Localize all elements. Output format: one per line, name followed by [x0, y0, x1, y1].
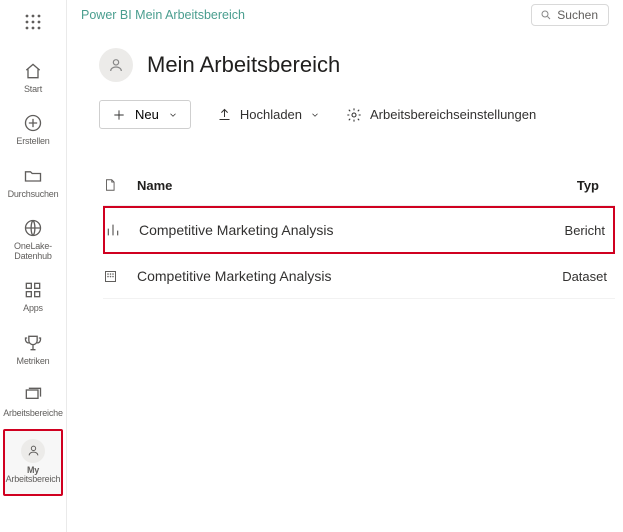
- sidebar-item-label: Start: [24, 85, 42, 94]
- sidebar-item-label: Durchsuchen: [8, 190, 59, 199]
- dataset-icon: [103, 269, 137, 284]
- upload-icon: [217, 107, 232, 122]
- apps-grid-icon: [22, 279, 44, 301]
- globe-icon: [22, 217, 44, 239]
- main-area: Power BI Mein Arbeitsbereich Suchen Mein…: [67, 0, 623, 532]
- sidebar: Start Erstellen Durchsuchen OneLake-Date…: [0, 0, 67, 532]
- table-row[interactable]: Competitive Marketing Analysis Bericht: [103, 206, 615, 254]
- report-icon: [105, 222, 139, 238]
- sidebar-item-label: My Arbeitsbereich: [6, 466, 61, 485]
- workspace-header: Mein Arbeitsbereich: [67, 30, 623, 88]
- trophy-icon: [22, 332, 44, 354]
- table-row[interactable]: Competitive Marketing Analysis Dataset: [103, 254, 615, 299]
- plus-circle-icon: [22, 112, 44, 134]
- toolbar: Neu Hochladen Arbeitsbereichseinstellung…: [67, 88, 623, 137]
- sidebar-item-start[interactable]: Start: [3, 52, 63, 104]
- sidebar-item-my-arbeitsbereich[interactable]: My Arbeitsbereich: [3, 429, 63, 497]
- sidebar-item-erstellen[interactable]: Erstellen: [3, 104, 63, 156]
- file-icon: [103, 177, 137, 193]
- chevron-down-icon: [168, 110, 178, 120]
- upload-button[interactable]: Hochladen: [217, 107, 320, 122]
- new-button[interactable]: Neu: [99, 100, 191, 129]
- column-header-typ[interactable]: Typ: [543, 178, 603, 193]
- row-type: Dataset: [551, 269, 611, 284]
- person-icon: [21, 439, 45, 463]
- row-name: Competitive Marketing Analysis: [139, 222, 549, 238]
- workspace-settings-button[interactable]: Arbeitsbereichseinstellungen: [346, 107, 536, 123]
- sidebar-item-durchsuchen[interactable]: Durchsuchen: [3, 157, 63, 209]
- sidebar-item-label: OneLake-Datenhub: [3, 242, 63, 261]
- sidebar-item-apps[interactable]: Apps: [3, 271, 63, 323]
- sidebar-item-label: Apps: [23, 304, 43, 313]
- table-header-row: Name Typ: [103, 171, 615, 206]
- workspace-avatar-icon: [99, 48, 133, 82]
- home-icon: [22, 60, 44, 82]
- sidebar-item-label: Arbeitsbereiche: [3, 409, 63, 418]
- folder-icon: [22, 165, 44, 187]
- sidebar-item-label: Erstellen: [16, 137, 49, 146]
- search-button[interactable]: Suchen: [531, 4, 609, 26]
- row-name: Competitive Marketing Analysis: [137, 268, 551, 284]
- stack-icon: [22, 384, 44, 406]
- sidebar-item-metriken[interactable]: Metriken: [3, 324, 63, 376]
- app-title: Power BI Mein Arbeitsbereich: [81, 8, 245, 22]
- sidebar-item-onelake[interactable]: OneLake-Datenhub: [3, 209, 63, 271]
- table: Name Typ Competitive Marketing Analysis …: [67, 137, 623, 299]
- row-type: Bericht: [549, 223, 609, 238]
- sidebar-item-label: Metriken: [17, 357, 50, 366]
- app-launcher-icon[interactable]: [17, 6, 49, 38]
- chevron-down-icon: [310, 110, 320, 120]
- workspace-title: Mein Arbeitsbereich: [147, 52, 340, 78]
- plus-icon: [112, 108, 126, 122]
- column-header-name[interactable]: Name: [137, 178, 543, 193]
- gear-icon: [346, 107, 362, 123]
- sidebar-item-arbeitsbereiche[interactable]: Arbeitsbereiche: [3, 376, 63, 428]
- search-icon: [540, 9, 552, 21]
- top-bar: Power BI Mein Arbeitsbereich Suchen: [67, 0, 623, 30]
